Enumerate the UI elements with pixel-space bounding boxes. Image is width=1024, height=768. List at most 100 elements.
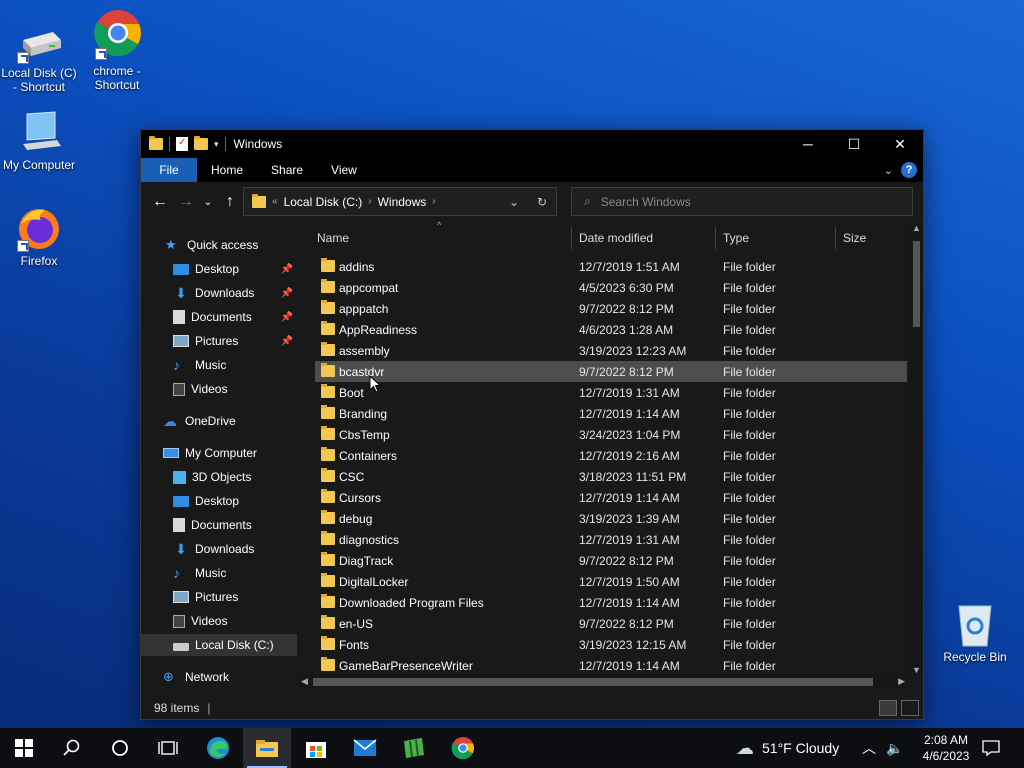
sidebar-item[interactable]: ♪ Music	[141, 354, 297, 376]
table-row[interactable]: CSC 3/18/2023 11:51 PM File folder	[315, 466, 907, 487]
table-row[interactable]: GameBarPresenceWriter 12/7/2019 1:14 AM Fi…	[315, 655, 907, 676]
large-icons-view-icon[interactable]	[901, 700, 919, 716]
taskbar-chrome[interactable]	[439, 728, 487, 768]
vertical-scrollbar[interactable]: ▲ ▼	[909, 223, 923, 675]
sidebar-item[interactable]: ⬇ Downloads 📌	[141, 282, 297, 304]
sidebar-item[interactable]: Documents 📌	[141, 306, 297, 328]
taskbar-store[interactable]	[292, 728, 340, 768]
scroll-up-icon[interactable]: ▲	[912, 223, 921, 233]
tab-view[interactable]: View	[317, 158, 371, 182]
desktop-icon-my-computer[interactable]: My Computer	[0, 110, 78, 172]
sidebar-item[interactable]: Pictures 📌	[141, 330, 297, 352]
breadcrumb-windows[interactable]: Windows	[378, 195, 427, 209]
tab-file[interactable]: File	[141, 158, 197, 182]
table-row[interactable]: AppReadiness 4/6/2023 1:28 AM File folder	[315, 319, 907, 340]
tab-share[interactable]: Share	[257, 158, 317, 182]
back-button[interactable]: ←	[147, 193, 173, 211]
divider[interactable]	[835, 227, 836, 249]
divider[interactable]	[571, 227, 572, 249]
column-date-modified[interactable]: Date modified	[573, 223, 653, 253]
address-dropdown-icon[interactable]: ⌄	[500, 195, 528, 209]
details-view-icon[interactable]	[879, 700, 897, 716]
table-row[interactable]: diagnostics 12/7/2019 1:31 AM File folder	[315, 529, 907, 550]
column-size[interactable]: Size	[837, 223, 866, 253]
table-row[interactable]: addins 12/7/2019 1:51 AM File folder	[315, 256, 907, 277]
horizontal-scrollbar[interactable]: ◀ ▶	[299, 675, 907, 689]
start-button[interactable]	[0, 728, 48, 768]
title-bar[interactable]: ▾ Windows ─ ☐ ✕	[141, 130, 923, 158]
taskbar-mail[interactable]	[341, 728, 389, 768]
table-row[interactable]: Cursors 12/7/2019 1:14 AM File folder	[315, 487, 907, 508]
desktop-icon-recycle-bin[interactable]: Recycle Bin	[936, 602, 1014, 664]
search-button[interactable]	[48, 728, 96, 768]
refresh-icon[interactable]: ↻	[528, 195, 556, 209]
action-center-button[interactable]	[982, 728, 1000, 768]
divider[interactable]	[715, 227, 716, 249]
desktop-icon-local-disk[interactable]: Local Disk (C) - Shortcut	[0, 18, 78, 94]
column-type[interactable]: Type	[717, 223, 749, 253]
taskbar-file-explorer[interactable]	[243, 728, 291, 768]
sidebar-item[interactable]: ⬇ Downloads	[141, 538, 297, 560]
table-row[interactable]: CbsTemp 3/24/2023 1:04 PM File folder	[315, 424, 907, 445]
column-name[interactable]: Name	[311, 223, 349, 253]
sidebar-item[interactable]: Videos	[141, 378, 297, 400]
breadcrumb-local-disk[interactable]: Local Disk (C:)	[284, 195, 363, 209]
scroll-left-icon[interactable]: ◀	[301, 676, 308, 687]
desktop-icon-firefox[interactable]: Firefox	[0, 206, 78, 268]
volume-button[interactable]: 🔈	[886, 728, 903, 768]
clock[interactable]: 2:08 AM 4/6/2023	[916, 732, 976, 764]
up-button[interactable]: ↑	[217, 193, 243, 211]
table-row[interactable]: assembly 3/19/2023 12:23 AM File folder	[315, 340, 907, 361]
table-row[interactable]: DigitalLocker 12/7/2019 1:50 AM File folde…	[315, 571, 907, 592]
sidebar-item[interactable]: Desktop	[141, 490, 297, 512]
chevron-right-icon[interactable]: ›	[432, 196, 435, 207]
close-button[interactable]: ✕	[877, 130, 923, 158]
sidebar-item[interactable]: Desktop 📌	[141, 258, 297, 280]
sidebar-item[interactable]: Documents	[141, 514, 297, 536]
scroll-down-icon[interactable]: ▼	[912, 665, 921, 675]
recent-locations-button[interactable]: ⌄	[199, 197, 217, 208]
sidebar-item[interactable]: ♪ Music	[141, 562, 297, 584]
table-row[interactable]: en-US 9/7/2022 8:12 PM File folder	[315, 613, 907, 634]
tab-home[interactable]: Home	[197, 158, 257, 182]
address-overflow[interactable]: «	[272, 196, 278, 207]
cortana-button[interactable]	[96, 728, 144, 768]
sidebar-item[interactable]: ☁ OneDrive	[141, 410, 297, 432]
taskbar-app[interactable]	[390, 728, 438, 768]
show-hidden-icons-button[interactable]: ︿	[862, 728, 876, 768]
scroll-thumb[interactable]	[913, 241, 920, 327]
table-row[interactable]: Fonts 3/19/2023 12:15 AM File folder	[315, 634, 907, 655]
help-icon[interactable]: ?	[901, 162, 917, 178]
sidebar-item[interactable]: Pictures	[141, 586, 297, 608]
table-row[interactable]: Boot 12/7/2019 1:31 AM File folder	[315, 382, 907, 403]
table-row[interactable]: DiagTrack 9/7/2022 8:12 PM File folder	[315, 550, 907, 571]
sidebar-item[interactable]: ★ Quick access	[141, 234, 297, 256]
table-row[interactable]: Branding 12/7/2019 1:14 AM File folder	[315, 403, 907, 424]
table-row[interactable]: bcastdvr 9/7/2022 8:12 PM File folder	[315, 361, 907, 382]
desktop-icon-chrome[interactable]: chrome - Shortcut	[78, 8, 156, 92]
forward-button[interactable]: →	[173, 193, 199, 211]
table-row[interactable]: debug 3/19/2023 1:39 AM File folder	[315, 508, 907, 529]
table-row[interactable]: apppatch 9/7/2022 8:12 PM File folder	[315, 298, 907, 319]
new-folder-icon[interactable]	[194, 136, 208, 150]
search-box[interactable]: ⌕ Search Windows	[571, 187, 913, 216]
sidebar-item[interactable]: Local Disk (C:)	[141, 634, 297, 656]
minimize-button[interactable]: ─	[785, 130, 831, 158]
properties-icon[interactable]	[176, 137, 188, 151]
scroll-thumb[interactable]	[313, 678, 873, 686]
sidebar-item[interactable]: My Computer	[141, 442, 297, 464]
address-bar[interactable]: « Local Disk (C:) › Windows › ⌄ ↻	[243, 187, 557, 216]
weather-widget[interactable]: ☁ 51°F Cloudy	[736, 728, 839, 768]
chevron-right-icon[interactable]: ›	[368, 196, 371, 207]
table-row[interactable]: Downloaded Program Files 12/7/2019 1:14 A…	[315, 592, 907, 613]
sidebar-item[interactable]: Videos	[141, 610, 297, 632]
maximize-button[interactable]: ☐	[831, 130, 877, 158]
expand-ribbon-icon[interactable]: ⌄	[884, 164, 893, 177]
table-row[interactable]: Containers 12/7/2019 2:16 AM File folder	[315, 445, 907, 466]
customize-toolbar-icon[interactable]: ▾	[214, 139, 219, 150]
table-row[interactable]: appcompat 4/5/2023 6:30 PM File folder	[315, 277, 907, 298]
sidebar-item[interactable]: 3D Objects	[141, 466, 297, 488]
scroll-right-icon[interactable]: ▶	[898, 676, 905, 687]
sidebar-item[interactable]: ⊕ Network	[141, 666, 297, 688]
task-view-button[interactable]	[144, 728, 192, 768]
